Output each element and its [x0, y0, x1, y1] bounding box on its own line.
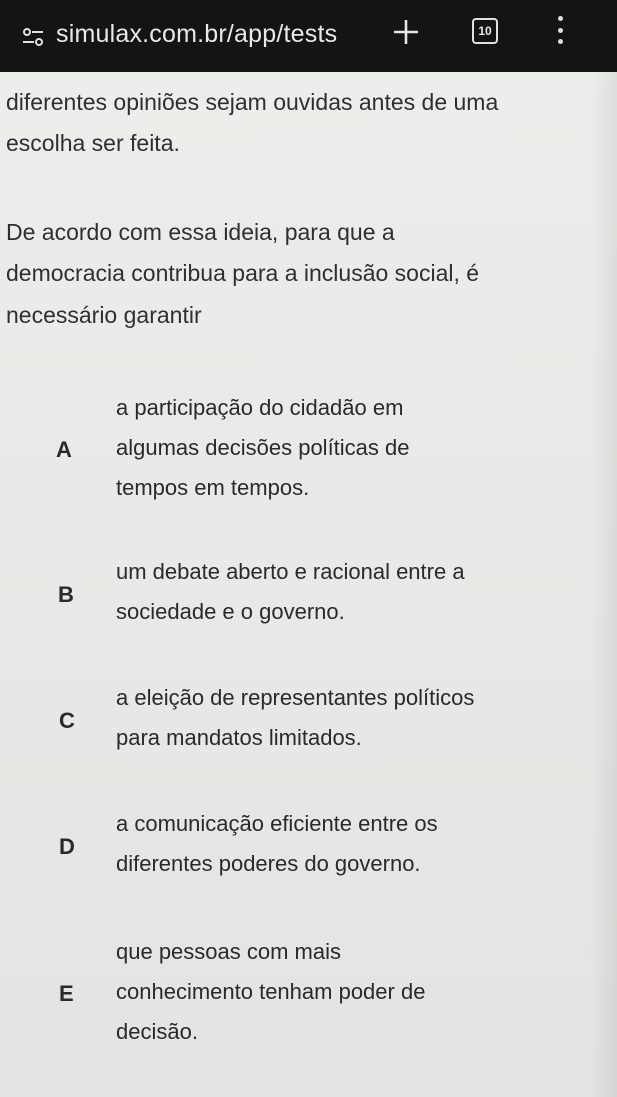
option-text-b: um debate aberto e racional entre a soci… [116, 559, 465, 625]
option-c[interactable]: C a eleição de representantes políticos … [0, 678, 560, 760]
option-d[interactable]: D a comunicação eficiente entre os difer… [0, 804, 560, 886]
option-a[interactable]: A a participação do cidadão em algumas d… [0, 388, 560, 508]
url-bar[interactable]: simulax.com.br/app/tests [56, 20, 356, 49]
option-text-e: que pessoas com mais conhecimento tenham… [116, 939, 426, 1045]
page-content: diferentes opiniões sejam ouvidas antes … [0, 72, 617, 1097]
option-letter-e: E [59, 981, 74, 1006]
option-letter-a: A [56, 437, 72, 462]
browser-toolbar: simulax.com.br/app/tests 10 [0, 0, 617, 72]
tab-count: 10 [478, 24, 492, 38]
tab-count-button[interactable]: 10 [472, 18, 498, 44]
option-letter-c: C [59, 708, 75, 733]
option-text-a: a participação do cidadão em algumas dec… [116, 395, 410, 501]
option-text-d: a comunicação eficiente entre os diferen… [116, 811, 438, 877]
question-text: diferentes opiniões sejam ouvidas antes … [6, 89, 499, 157]
option-text-c: a eleição de representantes políticos pa… [116, 685, 475, 751]
option-e[interactable]: E que pessoas com mais conhecimento tenh… [0, 932, 560, 1052]
option-letter-d: D [59, 834, 75, 859]
question-prompt: De acordo com essa ideia, para que a dem… [6, 219, 480, 328]
option-letter-b: B [58, 582, 74, 607]
page-edge-shadow [590, 72, 617, 1097]
more-vert-icon[interactable] [550, 12, 570, 48]
tune-icon[interactable] [20, 24, 46, 50]
plus-icon[interactable] [388, 14, 424, 50]
option-b[interactable]: B um debate aberto e racional entre a so… [0, 552, 560, 634]
